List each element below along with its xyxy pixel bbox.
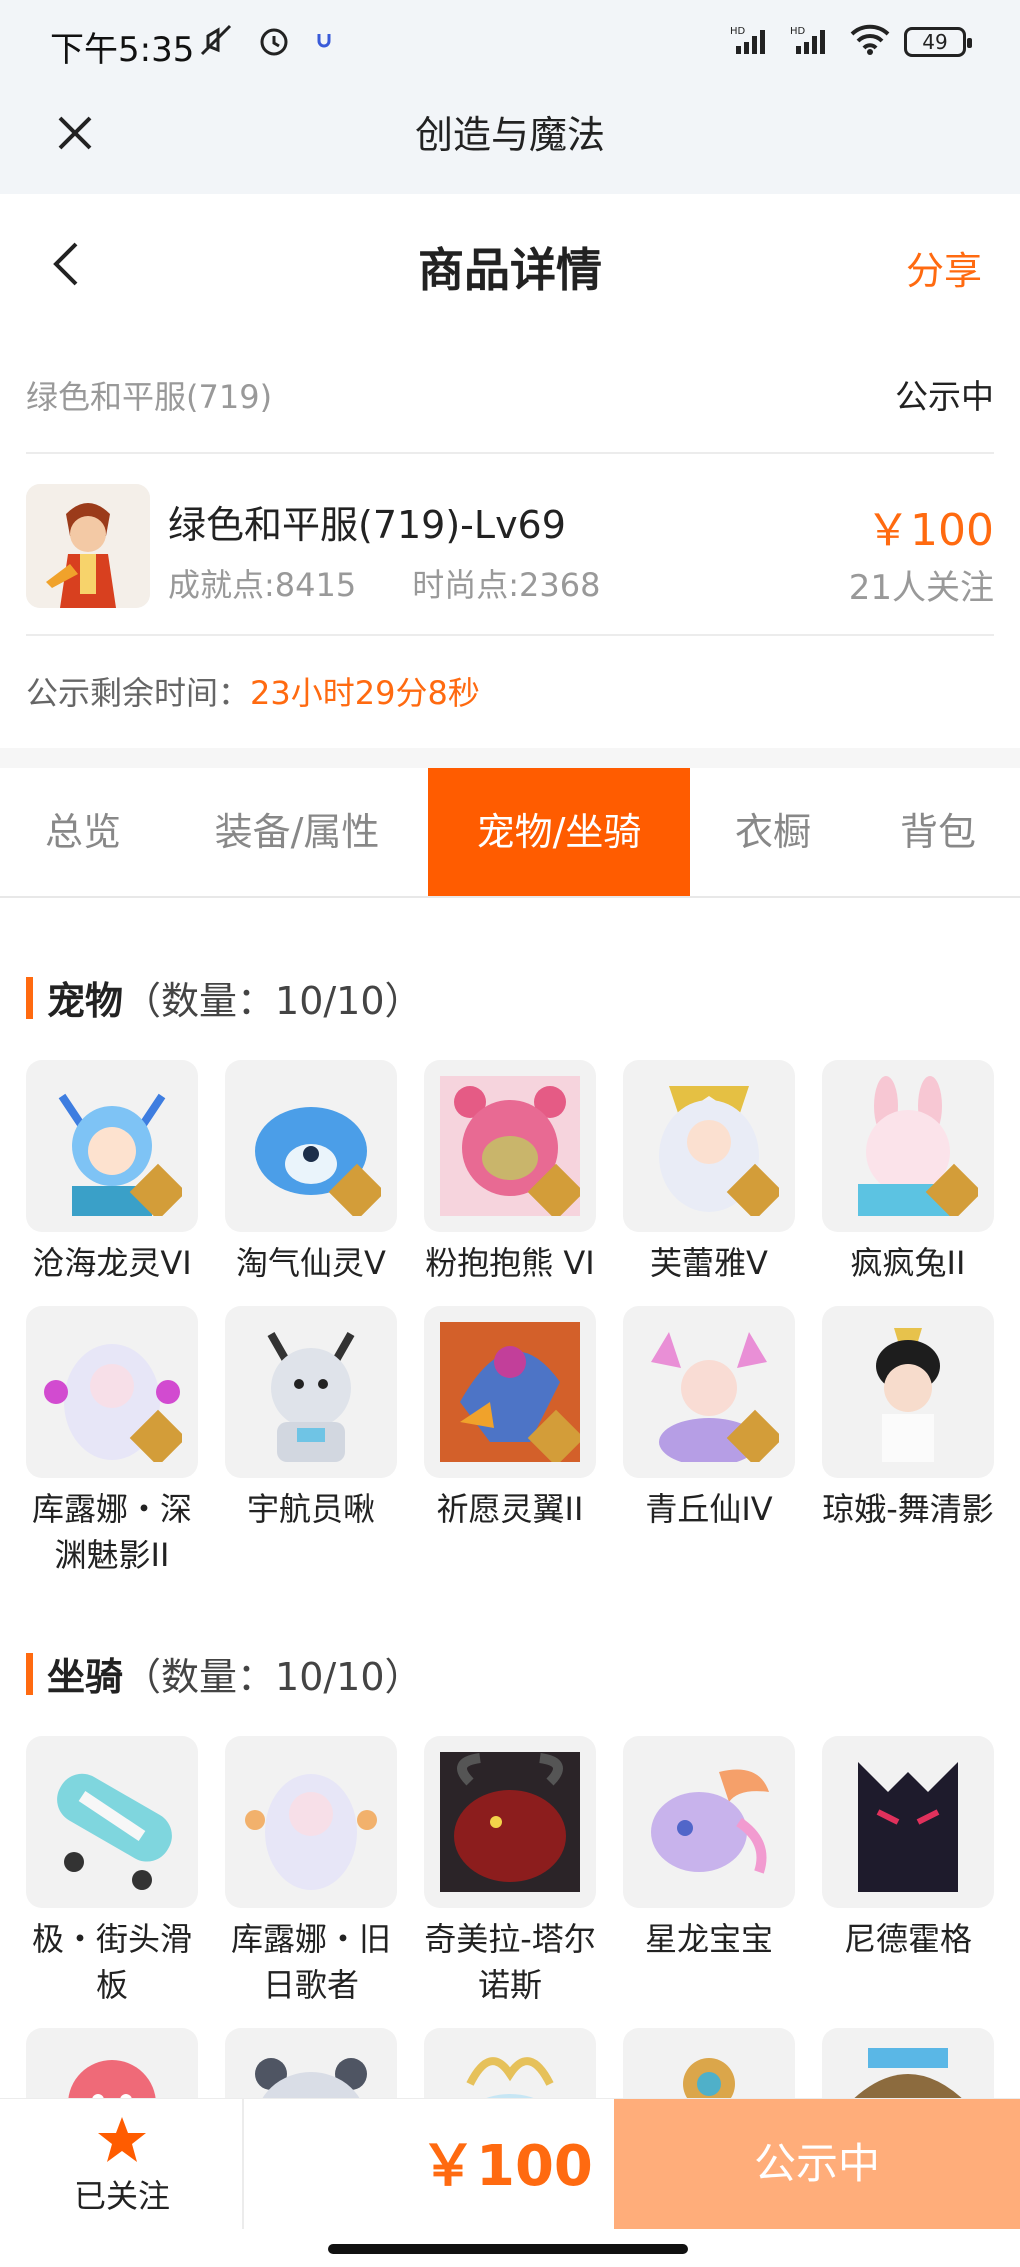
pet-image bbox=[26, 1060, 198, 1232]
pet-image bbox=[225, 1306, 397, 1478]
mute-icon bbox=[196, 20, 236, 64]
product-price: ￥100 bbox=[866, 505, 994, 556]
pet-item[interactable]: 淘气仙灵V bbox=[225, 1060, 397, 1286]
pet-image bbox=[26, 1306, 198, 1478]
page-title: 商品详情 bbox=[418, 243, 602, 297]
pet-image bbox=[424, 1060, 596, 1232]
status-bar: 下午5:35 HD HD 49 bbox=[0, 0, 1020, 86]
follow-label: 已关注 bbox=[73, 2177, 170, 2215]
remaining-time: 公示剩余时间：23小时29分8秒 bbox=[26, 668, 480, 714]
net1-label: HD bbox=[730, 26, 746, 37]
bottom-price: ￥100 bbox=[420, 2134, 593, 2199]
wifi-icon bbox=[850, 24, 890, 60]
pet-name: 沧海龙灵VI bbox=[32, 1244, 192, 1282]
tab-overview[interactable]: 总览 bbox=[0, 768, 166, 896]
pet-name: 库露娜・深渊魅影II bbox=[31, 1490, 192, 1574]
pet-name: 芙蕾雅V bbox=[650, 1244, 768, 1282]
section-accent-bar bbox=[26, 1652, 33, 1695]
pet-name: 琼娥-舞清影 bbox=[822, 1490, 994, 1528]
tab-backpack[interactable]: 背包 bbox=[856, 768, 1020, 896]
tab-equipment[interactable]: 装备/属性 bbox=[166, 768, 428, 896]
remaining-time-value: 23小时29分8秒 bbox=[250, 674, 480, 712]
pet-image bbox=[822, 1306, 994, 1478]
bottom-action-bar: 已关注 ￥100 公示中 bbox=[0, 2098, 1020, 2267]
tab-wardrobe[interactable]: 衣橱 bbox=[690, 768, 856, 896]
webview-bar: 创造与魔法 bbox=[0, 86, 1020, 194]
product-name: 绿色和平服(719)-Lv69 bbox=[168, 503, 566, 547]
pet-image bbox=[822, 1060, 994, 1232]
mount-image bbox=[225, 1736, 397, 1908]
follow-button[interactable]: 已关注 bbox=[0, 2099, 244, 2229]
pet-item[interactable]: 宇航员啾 bbox=[225, 1306, 397, 1578]
signal-icon-1: HD bbox=[730, 24, 776, 60]
alarm-icon bbox=[254, 20, 294, 64]
pets-title: 宠物 bbox=[47, 979, 124, 1023]
pet-image bbox=[623, 1060, 795, 1232]
mount-image bbox=[822, 1736, 994, 1908]
pets-grid: 沧海龙灵VI 淘气仙灵V 粉抱抱熊 VI 芙蕾雅V 疯疯兔II 库露娜・深渊魅影… bbox=[26, 1060, 996, 1578]
battery-indicator: 49 bbox=[904, 27, 972, 57]
pet-item[interactable]: 青丘仙IV bbox=[623, 1306, 795, 1578]
detail-tabs: 总览 装备/属性 宠物/坐骑 衣橱 背包 bbox=[0, 768, 1020, 898]
character-avatar bbox=[26, 484, 150, 608]
listing-name: 绿色和平服(719) bbox=[26, 378, 273, 416]
pet-image bbox=[623, 1306, 795, 1478]
fashion-points: 时尚点:2368 bbox=[412, 566, 601, 604]
app-notification-icon bbox=[312, 28, 336, 56]
mounts-title: 坐骑 bbox=[47, 1655, 124, 1699]
pet-item[interactable]: 沧海龙灵VI bbox=[26, 1060, 198, 1286]
section-divider bbox=[0, 748, 1020, 768]
pet-item[interactable]: 琼娥-舞清影 bbox=[822, 1306, 994, 1578]
pet-item[interactable]: 芙蕾雅V bbox=[623, 1060, 795, 1286]
pet-item[interactable]: 粉抱抱熊 VI bbox=[424, 1060, 596, 1286]
mount-name: 尼德霍格 bbox=[843, 1920, 972, 1958]
pet-item[interactable]: 祈愿灵翼II bbox=[424, 1306, 596, 1578]
status-time: 下午5:35 bbox=[50, 30, 195, 70]
publicity-status-button[interactable]: 公示中 bbox=[614, 2099, 1020, 2229]
webview-title: 创造与魔法 bbox=[414, 113, 605, 157]
mount-item[interactable]: 奇美拉-塔尔诺斯 bbox=[424, 1736, 596, 2008]
mounts-count: （数量：10/10） bbox=[123, 1655, 423, 1699]
mount-name: 星龙宝宝 bbox=[644, 1920, 773, 1958]
mount-item[interactable]: 极・街头滑板 bbox=[26, 1736, 198, 2008]
mounts-section-title: 坐骑 （数量：10/10） bbox=[26, 1646, 423, 1701]
mount-image bbox=[424, 1736, 596, 1908]
net2-label: HD bbox=[790, 26, 806, 37]
section-accent-bar bbox=[26, 976, 33, 1019]
achievement-points: 成就点:8415 bbox=[168, 566, 357, 604]
pet-image bbox=[225, 1060, 397, 1232]
mount-name: 极・街头滑板 bbox=[31, 1920, 192, 2004]
pet-name: 宇航员啾 bbox=[246, 1490, 375, 1528]
remaining-time-label: 公示剩余时间： bbox=[26, 674, 251, 712]
listing-subheader: 绿色和平服(719) 公示中 bbox=[26, 334, 994, 454]
home-indicator[interactable] bbox=[328, 2244, 688, 2254]
pets-section-title: 宠物 （数量：10/10） bbox=[26, 970, 423, 1025]
mount-item[interactable]: 库露娜・旧日歌者 bbox=[225, 1736, 397, 2008]
pet-item[interactable]: 疯疯兔II bbox=[822, 1060, 994, 1286]
pet-name: 淘气仙灵V bbox=[236, 1244, 386, 1282]
follower-count: 21人关注 bbox=[848, 568, 994, 608]
pet-item[interactable]: 库露娜・深渊魅影II bbox=[26, 1306, 198, 1578]
pet-name: 祈愿灵翼II bbox=[436, 1490, 584, 1528]
mount-image bbox=[26, 1736, 198, 1908]
mount-item[interactable]: 星龙宝宝 bbox=[623, 1736, 795, 2008]
pet-name: 疯疯兔II bbox=[850, 1244, 966, 1282]
mount-name: 库露娜・旧日歌者 bbox=[230, 1920, 391, 2004]
pet-name: 粉抱抱熊 VI bbox=[425, 1244, 595, 1282]
pet-name: 青丘仙IV bbox=[645, 1490, 773, 1528]
pets-count: （数量：10/10） bbox=[123, 979, 423, 1023]
mount-image bbox=[623, 1736, 795, 1908]
mount-name: 奇美拉-塔尔诺斯 bbox=[424, 1920, 596, 2004]
listing-state: 公示中 bbox=[895, 377, 994, 416]
pet-image bbox=[424, 1306, 596, 1478]
share-button[interactable]: 分享 bbox=[906, 240, 982, 295]
product-summary[interactable]: 绿色和平服(719)-Lv69 成就点:8415 时尚点:2368 ￥100 2… bbox=[26, 456, 994, 636]
mount-item[interactable]: 尼德霍格 bbox=[822, 1736, 994, 2008]
signal-icon-2: HD bbox=[790, 24, 836, 60]
tab-pets-mounts[interactable]: 宠物/坐骑 bbox=[428, 768, 690, 896]
page-header: 商品详情 分享 bbox=[0, 194, 1020, 334]
star-icon bbox=[96, 2115, 148, 2169]
